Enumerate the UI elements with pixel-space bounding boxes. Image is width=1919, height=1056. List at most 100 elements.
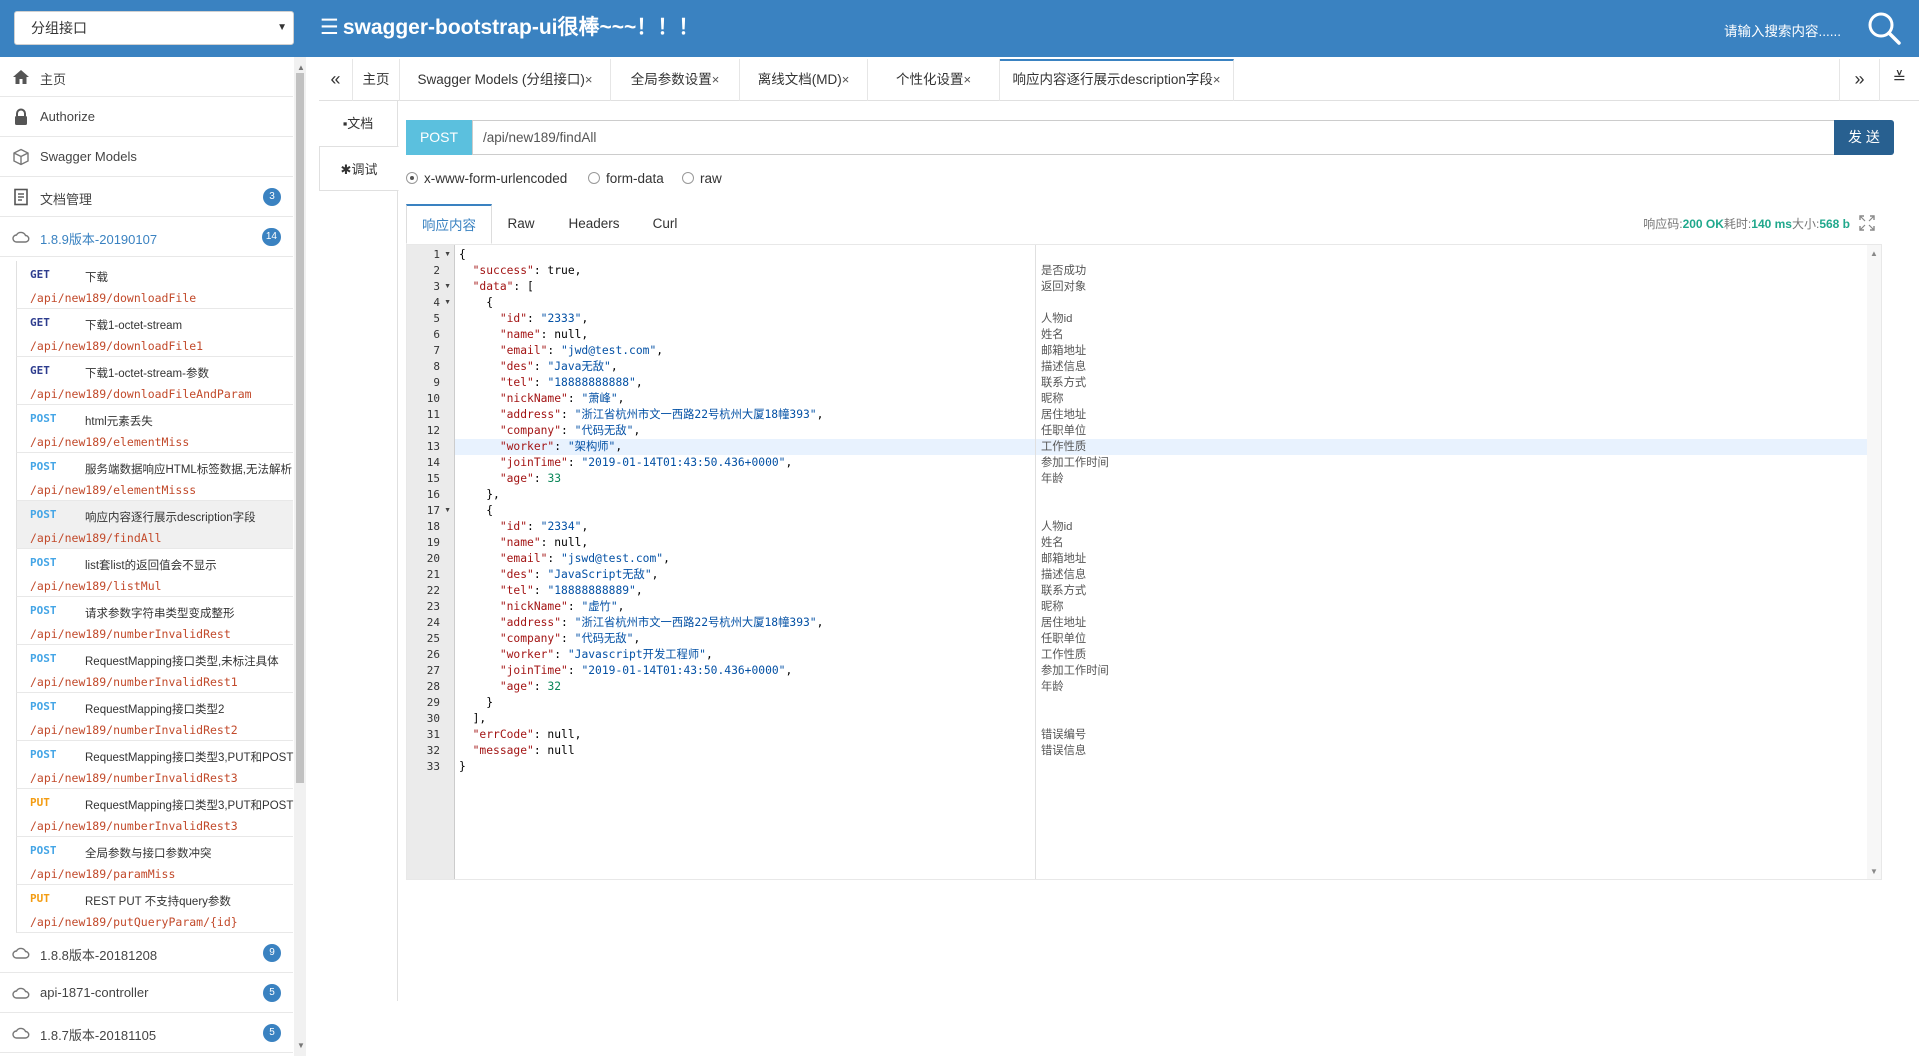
top-header: 分组接口 ▼ ☰ swagger-bootstrap-ui很棒~~~！！！ 请输入… bbox=[0, 0, 1919, 57]
tab-home[interactable]: 主页 bbox=[353, 59, 400, 101]
tab-doc[interactable]: ▪文档 bbox=[319, 101, 397, 146]
tab-raw[interactable]: Raw bbox=[492, 204, 550, 244]
radio-form-data[interactable]: form-data bbox=[588, 171, 664, 186]
tab-global-params[interactable]: 全局参数设置× bbox=[611, 59, 740, 101]
line-number: 28 bbox=[426, 680, 440, 693]
radio-label: form-data bbox=[606, 171, 664, 186]
radio-dot[interactable] bbox=[588, 172, 600, 184]
tab-scroll-right-icon[interactable]: » bbox=[1839, 59, 1879, 101]
scroll-up-icon[interactable]: ▲ bbox=[297, 63, 305, 72]
fold-toggle-icon[interactable]: ▼ bbox=[444, 279, 451, 295]
api-list-item[interactable]: POST list套list的返回值会不显示/api/new189/listMul bbox=[16, 549, 293, 597]
tab-label: 文档 bbox=[347, 116, 374, 131]
api-list-item[interactable]: POST 全局参数与接口参数冲突/api/new189/paramMiss bbox=[16, 837, 293, 885]
sidebar-item-swagger-models[interactable]: Swagger Models bbox=[0, 137, 293, 177]
code-line: "message": null bbox=[472, 744, 575, 757]
code-line: "worker": "架构师", bbox=[499, 440, 623, 453]
line-number: 14 bbox=[426, 456, 440, 469]
line-number: 18 bbox=[426, 520, 440, 533]
api-path: /api/new189/putQueryParam/{id} bbox=[30, 915, 238, 929]
tab-label: 调试 bbox=[351, 162, 378, 177]
search-icon[interactable] bbox=[1866, 10, 1902, 46]
line-number: 21 bbox=[426, 568, 440, 581]
radio-raw[interactable]: raw bbox=[682, 171, 722, 186]
sidebar-group-188[interactable]: 1.8.8版本-20181208 9 bbox=[0, 933, 293, 973]
cloud-icon bbox=[12, 231, 30, 243]
menu-toggle-icon[interactable]: ☰ bbox=[320, 16, 339, 39]
api-list-item[interactable]: PUT REST PUT 不支持query参数/api/new189/putQue… bbox=[16, 885, 293, 933]
tab-menu-icon[interactable]: ≚ bbox=[1879, 59, 1919, 101]
api-list-item[interactable]: GET 下载1-octet-stream-参数/api/new189/downlo… bbox=[16, 357, 293, 405]
close-icon[interactable]: × bbox=[585, 72, 593, 87]
fold-toggle-icon[interactable]: ▼ bbox=[444, 503, 451, 519]
radio-dot[interactable] bbox=[682, 172, 694, 184]
fold-toggle-icon[interactable]: ▼ bbox=[444, 247, 451, 263]
time-label: 耗时: bbox=[1723, 217, 1752, 231]
fullscreen-icon[interactable] bbox=[1858, 214, 1876, 232]
api-list-item[interactable]: POST RequestMapping接口类型2/api/new189/numbe… bbox=[16, 693, 293, 741]
api-list: GET 下载/api/new189/downloadFile GET 下载1-octe… bbox=[0, 261, 293, 933]
sidebar-group-1871[interactable]: api-1871-controller 5 bbox=[0, 973, 293, 1013]
radio-dot[interactable] bbox=[406, 172, 418, 184]
tab-headers[interactable]: Headers bbox=[550, 204, 638, 244]
tab-personal-settings[interactable]: 个性化设置× bbox=[868, 59, 1000, 101]
api-list-item[interactable]: POST 请求参数字符串类型变成整形/api/new189/numberInval… bbox=[16, 597, 293, 645]
send-button[interactable]: 发 送 bbox=[1834, 120, 1894, 155]
api-summary: RequestMapping接口类型,未标注具体 bbox=[85, 656, 279, 668]
api-path: /api/new189/paramMiss bbox=[30, 867, 176, 881]
cloud-icon bbox=[12, 1027, 30, 1039]
scroll-down-icon[interactable]: ▼ bbox=[297, 1041, 305, 1050]
code-line: "address": "浙江省杭州市文一西路22号杭州大厦18幢393", bbox=[499, 408, 824, 421]
editor-scrollbar[interactable]: ▲ ▼ bbox=[1867, 245, 1881, 879]
code-line: "email": "jwd@test.com", bbox=[499, 344, 664, 357]
api-list-item[interactable]: POST 响应内容逐行展示description字段/api/new189/fin… bbox=[16, 501, 293, 549]
api-list-item[interactable]: GET 下载/api/new189/downloadFile bbox=[16, 261, 293, 309]
tab-debug[interactable]: ✱调试 bbox=[319, 146, 399, 191]
scroll-up-icon[interactable]: ▲ bbox=[1870, 249, 1878, 258]
tab-response-content[interactable]: 响应内容 bbox=[406, 204, 492, 244]
tab-curl[interactable]: Curl bbox=[638, 204, 692, 244]
field-description: 是否成功 bbox=[1041, 265, 1087, 277]
url-input[interactable]: /api/new189/findAll bbox=[472, 120, 1841, 155]
search-input[interactable]: 请输入搜索内容...... bbox=[1724, 20, 1841, 40]
http-method-label: POST bbox=[30, 556, 57, 569]
close-icon[interactable]: × bbox=[712, 72, 720, 87]
api-list-item[interactable]: POST 服务端数据响应HTML标签数据,无法解析/api/new189/elem… bbox=[16, 453, 293, 501]
sidebar-item-authorize[interactable]: Authorize bbox=[0, 97, 293, 137]
field-description: 任职单位 bbox=[1041, 633, 1087, 645]
count-badge: 9 bbox=[263, 944, 281, 962]
code-area[interactable]: { "success": true, 是否成功 "data": [返回对象 { "… bbox=[455, 245, 1869, 879]
code-line: "worker": "Javascript开发工程师", bbox=[499, 648, 713, 661]
api-path: /api/new189/downloadFileAndParam bbox=[30, 387, 252, 401]
tab-findall[interactable]: 响应内容逐行展示description字段× bbox=[1000, 59, 1234, 101]
group-select[interactable]: 分组接口 ▼ bbox=[14, 11, 294, 45]
scrollbar-thumb[interactable] bbox=[296, 73, 304, 783]
api-list-item[interactable]: PUT RequestMapping接口类型3,PUT和POST/api/new1… bbox=[16, 789, 293, 837]
line-number: 17 bbox=[426, 504, 440, 517]
code-line: ], bbox=[459, 712, 487, 725]
api-summary: 响应内容逐行展示description字段 bbox=[85, 512, 256, 524]
api-list-item[interactable]: POST html元素丢失/api/new189/elementMiss bbox=[16, 405, 293, 453]
scroll-down-icon[interactable]: ▼ bbox=[1870, 867, 1878, 876]
sidebar-item-doc-manage[interactable]: 文档管理 3 bbox=[0, 177, 293, 217]
radio-urlencoded[interactable]: x-www-form-urlencoded bbox=[406, 171, 567, 186]
api-list-item[interactable]: GET 下载1-octet-stream/api/new189/downloadF… bbox=[16, 309, 293, 357]
code-line: }, bbox=[459, 488, 500, 501]
tab-offline-doc[interactable]: 离线文档(MD)× bbox=[740, 59, 868, 101]
line-number: 31 bbox=[426, 728, 440, 741]
close-icon[interactable]: × bbox=[842, 72, 850, 87]
close-icon[interactable]: × bbox=[963, 72, 971, 87]
sidebar-group-187[interactable]: 1.8.7版本-20181105 5 bbox=[0, 1013, 293, 1053]
close-icon[interactable]: × bbox=[1213, 72, 1221, 87]
code-line: "data": [ bbox=[472, 280, 534, 293]
sidebar-group-189[interactable]: 1.8.9版本-20190107 14 bbox=[0, 217, 293, 257]
tab-scroll-left-icon[interactable]: « bbox=[319, 59, 353, 101]
sidebar-scrollbar[interactable]: ▲ ▼ bbox=[294, 57, 306, 1056]
response-editor[interactable]: 1 ▼ 2 3 ▼ 4 ▼ 5 6 7 8 9 10 11 12 13 14 15 16 17 ▼ 18 19 20 21 22 2… bbox=[406, 244, 1882, 880]
sidebar-item-home[interactable]: 主页 bbox=[0, 57, 293, 97]
tab-swagger-models[interactable]: Swagger Models (分组接口)× bbox=[400, 59, 611, 101]
api-list-item[interactable]: POST RequestMapping接口类型3,PUT和POST/api/new… bbox=[16, 741, 293, 789]
api-list-item[interactable]: POST RequestMapping接口类型,未标注具体/api/new189/… bbox=[16, 645, 293, 693]
fold-toggle-icon[interactable]: ▼ bbox=[444, 295, 451, 311]
status-code: 200 OK bbox=[1682, 217, 1724, 231]
